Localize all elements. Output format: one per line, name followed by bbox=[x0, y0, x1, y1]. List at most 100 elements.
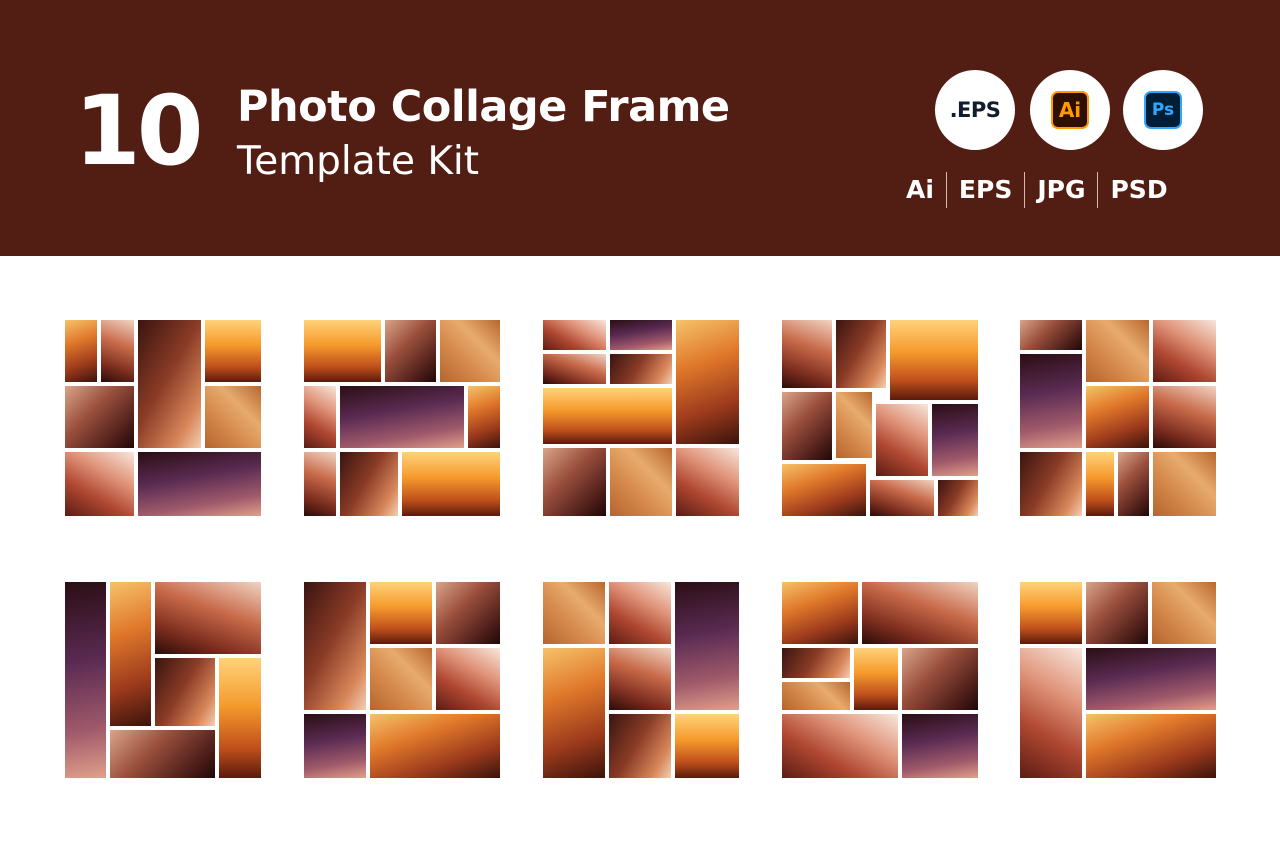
collage-photo-tile bbox=[609, 648, 671, 710]
collage-photo-tile bbox=[836, 320, 886, 388]
collage-preview-7 bbox=[304, 582, 500, 778]
collage-photo-tile bbox=[436, 582, 500, 644]
collage-photo-tile bbox=[65, 582, 106, 778]
page-subtitle: Template Kit bbox=[237, 139, 480, 184]
collage-photo-tile bbox=[1020, 582, 1082, 644]
collage-photo-tile bbox=[1086, 452, 1114, 516]
collage-photo-tile bbox=[1118, 452, 1149, 516]
collage-photo-tile bbox=[65, 452, 134, 516]
collage-photo-tile bbox=[675, 714, 739, 778]
collage-photo-tile bbox=[902, 648, 978, 710]
collage-photo-tile bbox=[370, 582, 432, 644]
collage-photo-tile bbox=[101, 320, 134, 382]
collage-photo-tile bbox=[219, 658, 261, 778]
collage-photo-tile bbox=[836, 392, 872, 458]
format-jpg: JPG bbox=[1037, 175, 1086, 204]
collage-photo-tile bbox=[938, 480, 978, 516]
collage-photo-tile bbox=[876, 404, 928, 476]
collage-photo-tile bbox=[440, 320, 500, 382]
collage-photo-tile bbox=[676, 448, 739, 516]
illustrator-badge: Ai bbox=[1030, 70, 1110, 150]
template-count: 10 bbox=[74, 75, 204, 187]
collage-photo-tile bbox=[304, 714, 366, 778]
collage-photo-tile bbox=[854, 648, 898, 710]
collage-photo-tile bbox=[436, 648, 500, 710]
collage-photo-tile bbox=[782, 392, 832, 460]
format-list: Ai EPS JPG PSD bbox=[904, 170, 1180, 210]
collage-photo-tile bbox=[543, 320, 606, 350]
collage-photo-tile bbox=[1086, 648, 1216, 710]
format-eps: EPS bbox=[958, 175, 1013, 204]
collage-photo-tile bbox=[1086, 386, 1149, 448]
illustrator-icon: Ai bbox=[1051, 91, 1089, 129]
collage-photo-tile bbox=[205, 320, 261, 382]
photoshop-badge: Ps bbox=[1123, 70, 1203, 150]
collage-photo-tile bbox=[468, 386, 500, 448]
collage-photo-tile bbox=[676, 320, 739, 444]
collage-photo-tile bbox=[1153, 386, 1216, 448]
collage-photo-tile bbox=[304, 386, 336, 448]
collage-photo-tile bbox=[782, 320, 832, 388]
format-ai: Ai bbox=[906, 175, 934, 204]
collage-photo-tile bbox=[370, 714, 500, 778]
collage-photo-tile bbox=[870, 480, 934, 516]
collage-photo-tile bbox=[782, 464, 866, 516]
collage-preview-2 bbox=[304, 320, 500, 516]
collage-photo-tile bbox=[1020, 452, 1082, 516]
collage-photo-tile bbox=[543, 388, 672, 444]
header-banner: 10 Photo Collage Frame Template Kit .EPS… bbox=[0, 0, 1280, 256]
collage-photo-tile bbox=[1153, 320, 1216, 382]
collage-photo-tile bbox=[543, 648, 605, 778]
collage-photo-tile bbox=[1086, 714, 1216, 778]
collage-photo-tile bbox=[543, 448, 606, 516]
collage-photo-tile bbox=[1086, 582, 1148, 644]
collage-photo-tile bbox=[1152, 582, 1216, 644]
collage-photo-tile bbox=[862, 582, 978, 644]
collage-preview-10 bbox=[1020, 582, 1216, 778]
collage-photo-tile bbox=[65, 386, 134, 448]
collage-photo-tile bbox=[609, 582, 671, 644]
collage-photo-tile bbox=[138, 320, 201, 448]
collage-photo-tile bbox=[609, 714, 671, 778]
collage-photo-tile bbox=[782, 714, 898, 778]
collage-photo-tile bbox=[340, 452, 398, 516]
collage-photo-tile bbox=[1020, 320, 1082, 350]
collage-photo-tile bbox=[782, 682, 850, 710]
collage-photo-tile bbox=[1020, 648, 1082, 778]
collage-photo-tile bbox=[110, 582, 151, 726]
collage-photo-tile bbox=[110, 730, 215, 778]
collage-photo-tile bbox=[155, 582, 261, 654]
collage-preview-6 bbox=[65, 582, 261, 778]
collage-photo-tile bbox=[890, 320, 978, 400]
collage-photo-tile bbox=[610, 320, 672, 350]
collage-preview-5 bbox=[1020, 320, 1216, 516]
collage-preview-8 bbox=[543, 582, 739, 778]
collage-photo-tile bbox=[1086, 320, 1149, 382]
collage-photo-tile bbox=[610, 354, 672, 384]
collage-photo-tile bbox=[65, 320, 97, 382]
collage-photo-tile bbox=[304, 582, 366, 710]
collage-photo-tile bbox=[782, 582, 858, 644]
collage-photo-tile bbox=[138, 452, 261, 516]
collage-photo-tile bbox=[1153, 452, 1216, 516]
collage-preview-4 bbox=[782, 320, 978, 516]
eps-icon: .EPS bbox=[949, 98, 1001, 122]
collage-photo-tile bbox=[385, 320, 436, 382]
collage-preview-1 bbox=[65, 320, 261, 516]
collage-photo-tile bbox=[370, 648, 432, 710]
collage-photo-tile bbox=[932, 404, 978, 476]
collage-photo-tile bbox=[543, 354, 606, 384]
collage-photo-tile bbox=[205, 386, 261, 448]
collage-photo-tile bbox=[543, 582, 605, 644]
format-psd: PSD bbox=[1110, 175, 1168, 204]
collage-photo-tile bbox=[782, 648, 850, 678]
collage-preview-9 bbox=[782, 582, 978, 778]
eps-badge: .EPS bbox=[935, 70, 1015, 150]
collage-photo-tile bbox=[155, 658, 215, 726]
collage-photo-tile bbox=[675, 582, 739, 710]
collage-photo-tile bbox=[304, 452, 336, 516]
collage-photo-tile bbox=[610, 448, 672, 516]
collage-photo-tile bbox=[902, 714, 978, 778]
photoshop-icon: Ps bbox=[1144, 91, 1182, 129]
collage-photo-tile bbox=[1020, 354, 1082, 448]
